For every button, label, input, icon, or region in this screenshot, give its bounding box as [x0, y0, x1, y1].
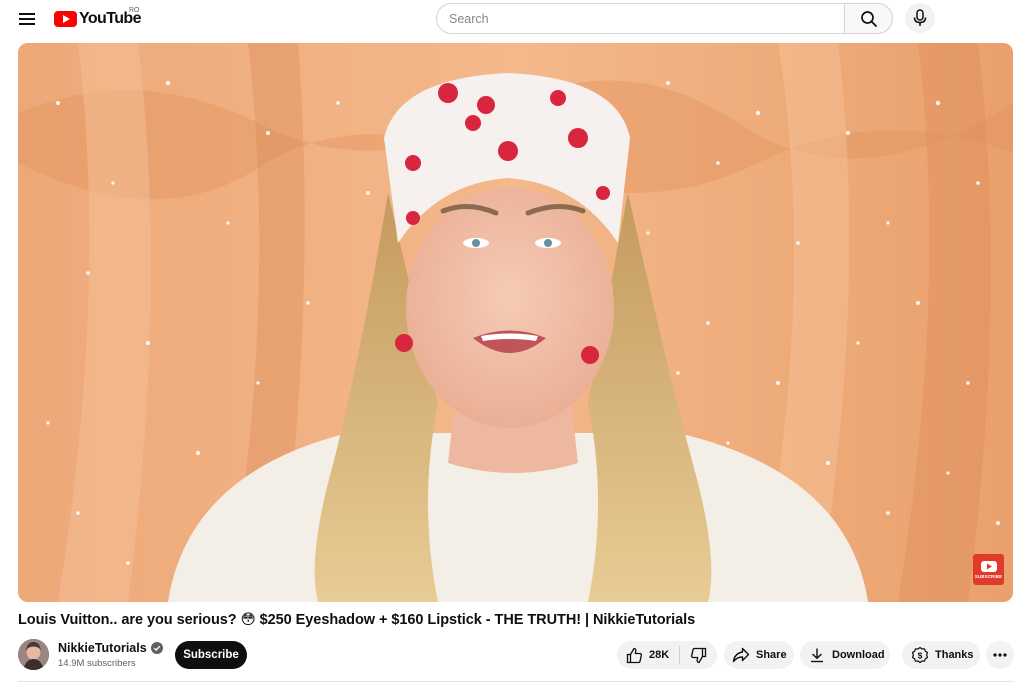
youtube-logo[interactable]: YouTube	[54, 8, 141, 30]
search-placeholder: Search	[449, 11, 489, 26]
dislike-button[interactable]	[680, 641, 717, 669]
share-label: Share	[756, 649, 787, 661]
subscribe-watermark[interactable]: SUBSCRIBE	[973, 554, 1004, 585]
svg-text:$: $	[918, 650, 923, 660]
youtube-play-icon	[54, 11, 77, 27]
download-button[interactable]: Download	[800, 641, 890, 669]
share-arrow-icon	[732, 647, 750, 663]
like-button[interactable]: 28K	[617, 641, 679, 669]
subscribe-button[interactable]: Subscribe	[175, 641, 247, 669]
subscriber-count: 14.9M subscribers	[58, 658, 136, 669]
thumbs-down-icon	[691, 647, 707, 663]
thumbs-up-icon	[626, 647, 642, 663]
share-button[interactable]: Share	[724, 641, 794, 669]
thanks-label: Thanks	[935, 649, 974, 661]
download-icon	[811, 648, 823, 663]
country-code: RO	[129, 7, 140, 14]
magnifier-icon	[860, 10, 877, 27]
search-input[interactable]: Search	[436, 3, 845, 34]
masthead: YouTube RO Search	[0, 0, 1024, 38]
section-divider	[18, 681, 1013, 682]
microphone-icon	[913, 9, 927, 26]
channel-avatar[interactable]	[18, 639, 49, 670]
more-actions-button[interactable]	[986, 641, 1014, 669]
channel-name-link[interactable]: NikkieTutorials	[58, 641, 163, 655]
thanks-button[interactable]: $ Thanks	[902, 641, 980, 669]
video-player[interactable]: SUBSCRIBE	[18, 43, 1013, 602]
watermark-label: SUBSCRIBE	[974, 573, 1003, 579]
verified-badge-icon	[150, 642, 163, 654]
video-title: Louis Vuitton.. are you serious? 😳 $250 …	[18, 612, 696, 628]
like-count: 28K	[649, 649, 670, 661]
more-horizontal-icon	[993, 653, 1007, 657]
hamburger-menu-icon	[19, 13, 35, 25]
guide-menu-button[interactable]	[14, 6, 40, 32]
download-label: Download	[832, 649, 885, 661]
youtube-play-icon	[980, 560, 997, 572]
super-thanks-icon: $	[911, 646, 929, 664]
like-dislike-group: 28K	[617, 641, 717, 669]
search-button[interactable]	[844, 3, 893, 34]
video-frame-image	[18, 43, 1013, 602]
channel-name: NikkieTutorials	[58, 641, 147, 655]
voice-search-button[interactable]	[905, 3, 935, 33]
